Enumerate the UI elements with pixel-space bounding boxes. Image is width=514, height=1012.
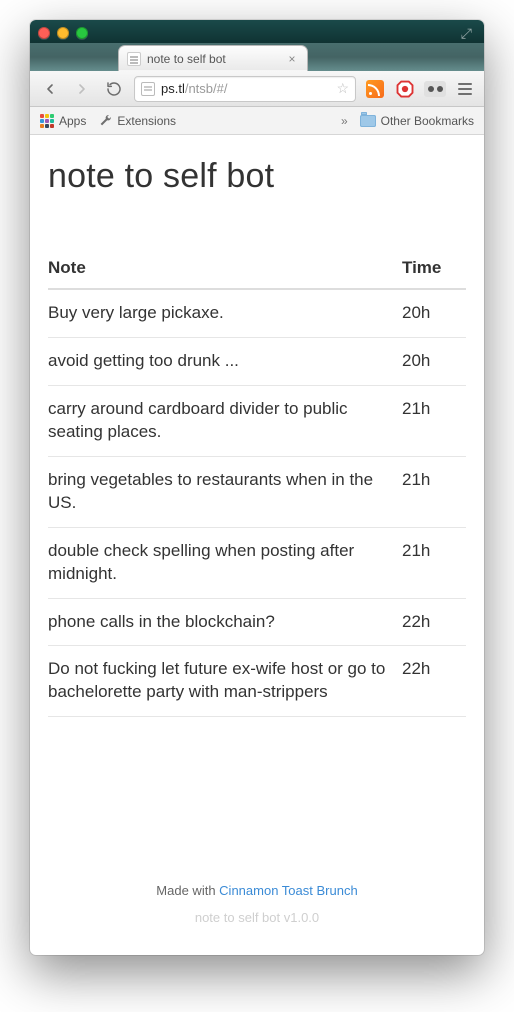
note-time: 20h [402, 337, 466, 385]
fullscreen-icon[interactable]: ⤢ [457, 26, 476, 40]
minimize-window-button[interactable] [57, 27, 69, 39]
extension-icons [364, 78, 476, 100]
browser-window: ⤢ note to self bot × ps.tl/ntsb/#/ ☆ [30, 20, 484, 955]
made-with-prefix: Made with [156, 883, 219, 898]
tab-active[interactable]: note to self bot × [118, 45, 308, 71]
notes-table: Note Time Buy very large pickaxe.20h avo… [48, 258, 466, 717]
note-time: 22h [402, 646, 466, 717]
table-row: double check spelling when posting after… [48, 527, 466, 598]
site-info-icon[interactable] [141, 82, 155, 96]
flickr-extension-icon[interactable] [424, 78, 446, 100]
rss-extension-icon[interactable] [364, 78, 386, 100]
table-row: Buy very large pickaxe.20h [48, 289, 466, 337]
note-time: 21h [402, 385, 466, 456]
apps-shortcut[interactable]: Apps [40, 114, 86, 128]
note-time: 22h [402, 598, 466, 646]
url-path: /ntsb/#/ [185, 81, 228, 96]
note-text: Do not fucking let future ex-wife host o… [48, 646, 402, 717]
apps-icon [40, 114, 54, 128]
window-controls [38, 27, 88, 39]
forward-button[interactable] [70, 77, 94, 101]
made-with-line: Made with Cinnamon Toast Brunch [48, 883, 466, 898]
other-bookmarks-label: Other Bookmarks [381, 114, 474, 128]
extensions-label: Extensions [117, 114, 176, 128]
chrome-menu-button[interactable] [454, 78, 476, 100]
note-text: double check spelling when posting after… [48, 527, 402, 598]
tab-favicon-icon [127, 52, 141, 66]
note-time: 20h [402, 289, 466, 337]
column-header-time: Time [402, 258, 466, 289]
note-time: 21h [402, 456, 466, 527]
table-row: carry around cardboard divider to public… [48, 385, 466, 456]
note-text: Buy very large pickaxe. [48, 289, 402, 337]
tab-title: note to self bot [147, 52, 226, 66]
other-bookmarks-folder[interactable]: Other Bookmarks [360, 114, 474, 128]
made-with-link[interactable]: Cinnamon Toast Brunch [219, 883, 358, 898]
version-line: note to self bot v1.0.0 [48, 910, 466, 925]
bookmark-star-icon[interactable]: ☆ [336, 80, 349, 97]
column-header-note: Note [48, 258, 402, 289]
page-content: note to self bot Note Time Buy very larg… [30, 135, 484, 955]
wrench-icon [98, 114, 112, 128]
folder-icon [360, 115, 376, 127]
apps-label: Apps [59, 114, 86, 128]
back-button[interactable] [38, 77, 62, 101]
note-text: bring vegetables to restaurants when in … [48, 456, 402, 527]
note-text: carry around cardboard divider to public… [48, 385, 402, 456]
bookmarks-bar: Apps Extensions » Other Bookmarks [30, 107, 484, 135]
note-text: phone calls in the blockchain? [48, 598, 402, 646]
table-row: bring vegetables to restaurants when in … [48, 456, 466, 527]
note-time: 21h [402, 527, 466, 598]
browser-toolbar: ps.tl/ntsb/#/ ☆ [30, 71, 484, 107]
url-host: ps.tl [161, 81, 185, 96]
bookmarks-overflow-button[interactable]: » [341, 114, 348, 128]
table-row: Do not fucking let future ex-wife host o… [48, 646, 466, 717]
tab-strip: note to self bot × [30, 43, 484, 71]
note-text: avoid getting too drunk ... [48, 337, 402, 385]
page-footer: Made with Cinnamon Toast Brunch note to … [48, 823, 466, 925]
tab-close-button[interactable]: × [285, 52, 299, 66]
close-window-button[interactable] [38, 27, 50, 39]
page-title: note to self bot [48, 157, 466, 196]
table-row: phone calls in the blockchain?22h [48, 598, 466, 646]
notes-tbody: Buy very large pickaxe.20h avoid getting… [48, 289, 466, 717]
address-bar[interactable]: ps.tl/ntsb/#/ ☆ [134, 76, 356, 102]
reload-button[interactable] [102, 77, 126, 101]
adblock-extension-icon[interactable] [394, 78, 416, 100]
table-row: avoid getting too drunk ...20h [48, 337, 466, 385]
zoom-window-button[interactable] [76, 27, 88, 39]
extensions-bookmark[interactable]: Extensions [98, 114, 176, 128]
